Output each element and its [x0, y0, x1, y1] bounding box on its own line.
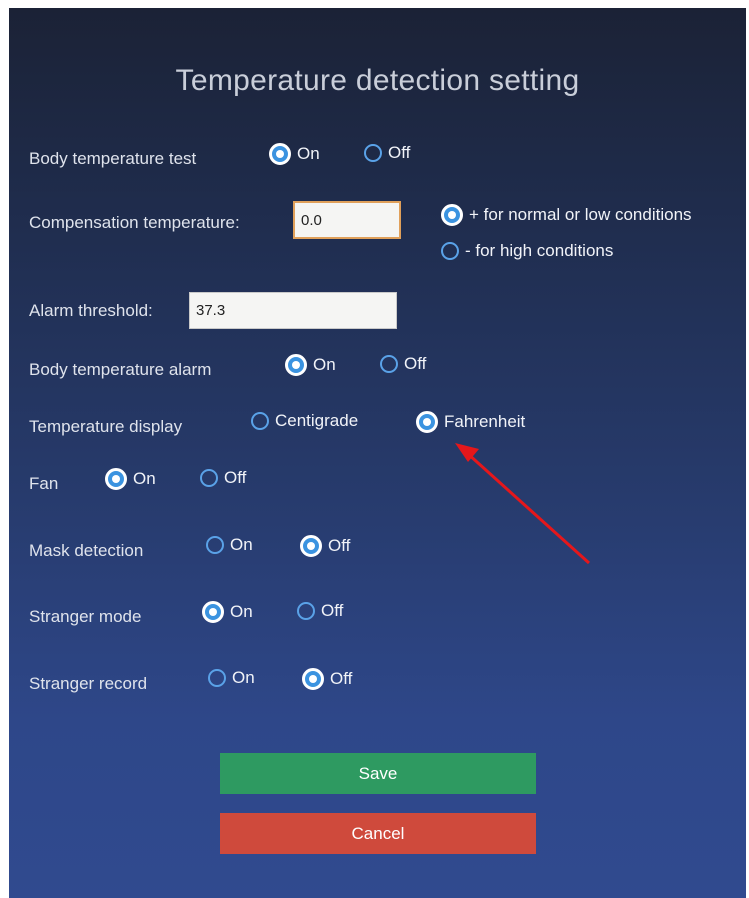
body-temp-test-label: Body temperature test: [29, 149, 197, 168]
temp-display-fahrenheit-radio[interactable]: Fahrenheit: [416, 411, 525, 433]
alarm-threshold-label: Alarm threshold:: [29, 301, 153, 320]
compensation-input[interactable]: [293, 201, 401, 239]
body-temp-test-off-radio[interactable]: Off: [364, 143, 410, 163]
body-temp-test-on-radio[interactable]: On: [269, 143, 320, 165]
compensation-label: Compensation temperature:: [29, 213, 240, 232]
radio-unchecked-icon: [380, 355, 398, 373]
mask-detection-on-radio[interactable]: On: [206, 535, 253, 555]
body-temp-alarm-on-radio[interactable]: On: [285, 354, 336, 376]
radio-checked-icon: [441, 204, 463, 226]
body-temp-alarm-label: Body temperature alarm: [29, 360, 212, 379]
temp-display-centigrade-radio[interactable]: Centigrade: [251, 411, 358, 431]
stranger-mode-on-radio[interactable]: On: [202, 601, 253, 623]
fan-on-radio[interactable]: On: [105, 468, 156, 490]
radio-unchecked-icon: [441, 242, 459, 260]
stranger-record-off-radio[interactable]: Off: [302, 668, 352, 690]
cancel-button[interactable]: Cancel: [220, 813, 536, 854]
alarm-threshold-input[interactable]: [189, 292, 397, 329]
radio-checked-icon: [300, 535, 322, 557]
stranger-mode-label: Stranger mode: [29, 607, 142, 626]
radio-unchecked-icon: [297, 602, 315, 620]
fan-off-radio[interactable]: Off: [200, 468, 246, 488]
page-title: Temperature detection setting: [175, 64, 580, 97]
compensation-minus-radio[interactable]: - for high conditions: [441, 241, 613, 261]
stranger-record-label: Stranger record: [29, 674, 148, 693]
settings-screen: Temperature detection setting Body tempe…: [9, 8, 746, 898]
radio-checked-icon: [416, 411, 438, 433]
mask-detection-off-radio[interactable]: Off: [300, 535, 350, 557]
mask-detection-label: Mask detection: [29, 541, 144, 560]
radio-checked-icon: [269, 143, 291, 165]
temp-display-label: Temperature display: [29, 417, 183, 436]
body-temp-alarm-off-radio[interactable]: Off: [380, 354, 426, 374]
radio-unchecked-icon: [208, 669, 226, 687]
radio-unchecked-icon: [200, 469, 218, 487]
compensation-plus-radio[interactable]: + for normal or low conditions: [441, 204, 692, 226]
stranger-record-on-radio[interactable]: On: [208, 668, 255, 688]
save-button[interactable]: Save: [220, 753, 536, 794]
radio-checked-icon: [285, 354, 307, 376]
radio-unchecked-icon: [364, 144, 382, 162]
radio-checked-icon: [105, 468, 127, 490]
radio-unchecked-icon: [251, 412, 269, 430]
radio-checked-icon: [302, 668, 324, 690]
radio-unchecked-icon: [206, 536, 224, 554]
fan-label: Fan: [29, 474, 59, 493]
radio-checked-icon: [202, 601, 224, 623]
stranger-mode-off-radio[interactable]: Off: [297, 601, 343, 621]
